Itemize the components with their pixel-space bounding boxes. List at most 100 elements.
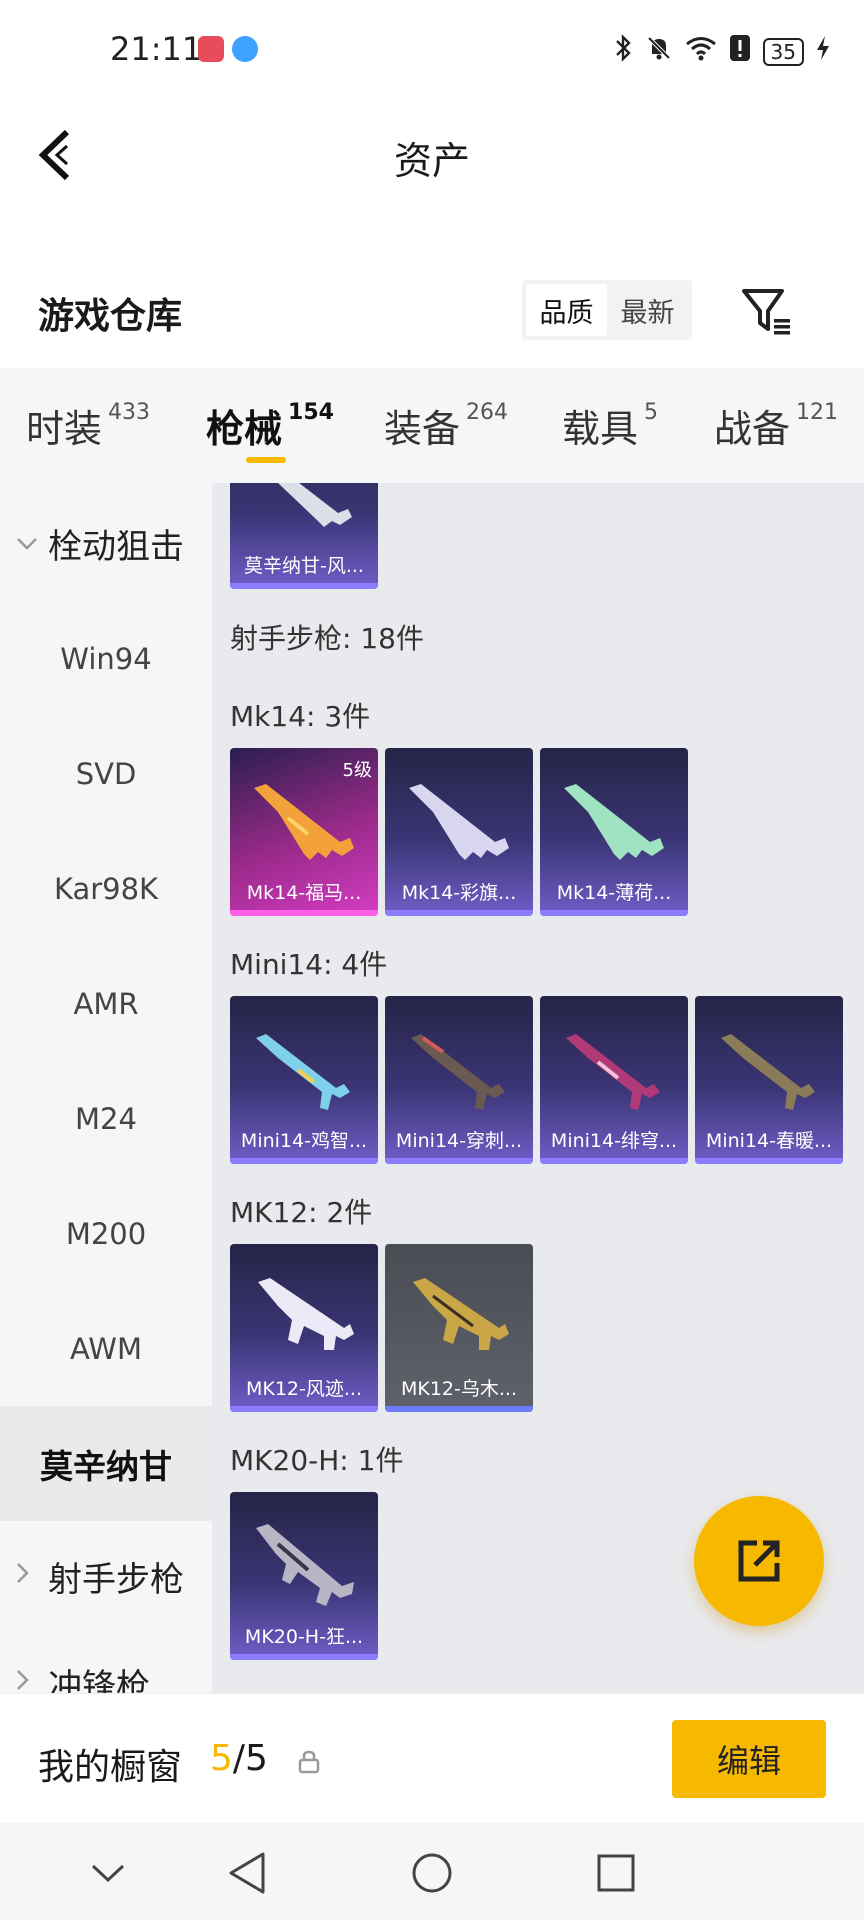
tab-label: 时装 bbox=[26, 407, 103, 451]
notification-app-icon bbox=[198, 36, 224, 62]
sidebar-item-m200[interactable]: M200 bbox=[0, 1176, 212, 1291]
weapon-caption: Mk14-薄荷... bbox=[556, 881, 672, 904]
rifle-icon bbox=[721, 1034, 815, 1110]
rarity-stripe bbox=[385, 1158, 533, 1164]
rifle-icon bbox=[566, 1034, 660, 1110]
weapon-card[interactable]: 莫辛纳甘-风... bbox=[230, 483, 378, 589]
weapon-card[interactable]: Mini14-穿刺... bbox=[385, 996, 533, 1164]
weapon-card[interactable]: 5级 Mk14-福马... bbox=[230, 748, 378, 916]
tab-vehicles[interactable]: 载具 5 bbox=[562, 398, 658, 453]
nav-collapse-chevron-icon[interactable] bbox=[78, 1843, 138, 1903]
sidebar-group-label: 冲锋枪 bbox=[48, 1666, 150, 1694]
weapon-card[interactable]: Mini14-绯穹... bbox=[540, 996, 688, 1164]
showcase-current: 5 bbox=[210, 1738, 233, 1779]
showcase-total: /5 bbox=[232, 1738, 268, 1779]
charging-icon bbox=[816, 35, 830, 68]
sidebar-group-marksman[interactable]: 射手步枪 bbox=[0, 1526, 212, 1626]
weapon-card[interactable]: Mk14-薄荷... bbox=[540, 748, 688, 916]
sort-by-quality[interactable]: 品质 bbox=[526, 284, 607, 336]
rifle-icon bbox=[258, 1278, 354, 1350]
weapon-card[interactable]: Mini14-春暖... bbox=[695, 996, 843, 1164]
status-right: 35 bbox=[613, 34, 830, 69]
showcase-bar: 我的橱窗 5/5 编辑 bbox=[0, 1693, 864, 1823]
status-app-icons bbox=[198, 36, 258, 62]
nav-home-circle-icon[interactable] bbox=[402, 1843, 462, 1903]
nav-recents-square-icon[interactable] bbox=[586, 1843, 646, 1903]
sidebar-group-bolt-action[interactable]: 栓动狙击 bbox=[0, 493, 212, 593]
rarity-stripe bbox=[230, 1654, 378, 1660]
sidebar-item-amr[interactable]: AMR bbox=[0, 946, 212, 1061]
rarity-stripe bbox=[230, 583, 378, 589]
lock-icon bbox=[298, 1750, 320, 1774]
filter-icon[interactable] bbox=[738, 283, 794, 339]
sidebar-item-kar98k[interactable]: Kar98K bbox=[0, 831, 212, 946]
weapon-card[interactable]: MK12-风迹... bbox=[230, 1244, 378, 1412]
active-tab-indicator bbox=[246, 457, 286, 463]
sidebar-group-smg[interactable]: 冲锋枪 bbox=[0, 1633, 212, 1693]
weapon-caption: Mk14-福马... bbox=[246, 881, 362, 904]
rifle-icon bbox=[409, 784, 509, 860]
rarity-stripe bbox=[385, 1406, 533, 1412]
external-link-icon bbox=[738, 1540, 780, 1582]
tab-fashion[interactable]: 时装 433 bbox=[26, 398, 150, 453]
weapon-caption: 莫辛纳甘-风... bbox=[244, 554, 364, 577]
tab-count: 121 bbox=[796, 400, 839, 425]
tab-label: 战备 bbox=[714, 407, 791, 451]
section-title-mini14: Mini14: 4件 bbox=[230, 948, 388, 981]
sidebar-item-mosin-nagant[interactable]: 莫辛纳甘 bbox=[0, 1406, 212, 1521]
rarity-stripe bbox=[230, 1406, 378, 1412]
status-time: 21:11 bbox=[110, 30, 203, 68]
sidebar-item-awm[interactable]: AWM bbox=[0, 1291, 212, 1406]
rifle-icon bbox=[256, 1524, 354, 1606]
sidebar-item-m24[interactable]: M24 bbox=[0, 1061, 212, 1176]
warehouse-title: 游戏仓库 bbox=[38, 296, 183, 337]
rifle-icon bbox=[413, 1278, 509, 1350]
rifle-icon bbox=[254, 784, 354, 860]
showcase-count: 5/5 bbox=[210, 1738, 268, 1779]
top-header: 资产 bbox=[0, 110, 864, 200]
rarity-stripe bbox=[695, 1158, 843, 1164]
sort-toggle: 品质 最新 bbox=[522, 280, 692, 340]
edit-button[interactable]: 编辑 bbox=[672, 1720, 826, 1798]
section-title-mk12: MK12: 2件 bbox=[230, 1196, 373, 1229]
rifle-icon bbox=[278, 483, 352, 527]
tab-label: 载具 bbox=[562, 407, 639, 451]
rifle-icon bbox=[411, 1034, 505, 1110]
weapon-caption: Mini14-鸡智... bbox=[240, 1129, 368, 1152]
sidebar-item-win94[interactable]: Win94 bbox=[0, 601, 212, 716]
rarity-stripe bbox=[230, 1158, 378, 1164]
weapon-caption: Mini14-穿刺... bbox=[395, 1129, 523, 1152]
weapon-caption: MK12-风迹... bbox=[245, 1377, 362, 1400]
mute-bell-icon bbox=[645, 34, 673, 69]
tab-equipment[interactable]: 装备 264 bbox=[384, 398, 508, 453]
category-header: 射手步枪: 18件 bbox=[230, 622, 424, 655]
tab-count: 154 bbox=[288, 400, 334, 425]
category-tabs: 时装 433 枪械 154 装备 264 载具 5 战备 121 bbox=[0, 368, 864, 483]
wifi-icon bbox=[685, 35, 717, 68]
tab-count: 264 bbox=[466, 400, 509, 425]
weapon-card[interactable]: MK12-乌木... bbox=[385, 1244, 533, 1412]
section-title-mk14: Mk14: 3件 bbox=[230, 700, 371, 733]
nav-back-triangle-icon[interactable] bbox=[217, 1843, 277, 1903]
sidebar-group-label: 栓动狙击 bbox=[48, 526, 184, 567]
sidebar-item-svd[interactable]: SVD bbox=[0, 716, 212, 831]
tab-firearms[interactable]: 枪械 154 bbox=[206, 398, 334, 453]
weapon-card[interactable]: Mini14-鸡智... bbox=[230, 996, 378, 1164]
weapon-card[interactable]: MK20-H-狂... bbox=[230, 1492, 378, 1660]
weapon-caption: Mini14-春暖... bbox=[705, 1129, 833, 1152]
sort-by-newest[interactable]: 最新 bbox=[607, 284, 688, 336]
weapon-caption: MK20-H-狂... bbox=[244, 1625, 364, 1648]
weapon-caption: Mk14-彩旗... bbox=[401, 881, 517, 904]
status-bar: 21:11 35 bbox=[0, 0, 864, 100]
tab-count: 5 bbox=[644, 400, 659, 425]
tab-label: 枪械 bbox=[206, 407, 283, 451]
weapon-caption: MK12-乌木... bbox=[400, 1377, 517, 1400]
weapon-card[interactable]: Mk14-彩旗... bbox=[385, 748, 533, 916]
share-export-button[interactable] bbox=[694, 1496, 824, 1626]
weapon-type-sidebar: 栓动狙击 Win94 SVD Kar98K AMR M24 M200 AWM 莫… bbox=[0, 483, 212, 1693]
rifle-icon bbox=[564, 784, 664, 860]
chevron-right-icon bbox=[16, 1668, 40, 1693]
tab-gear[interactable]: 战备 121 bbox=[714, 398, 838, 453]
showcase-title: 我的橱窗 bbox=[38, 1747, 183, 1788]
warehouse-row: 游戏仓库 品质 最新 bbox=[0, 275, 864, 355]
